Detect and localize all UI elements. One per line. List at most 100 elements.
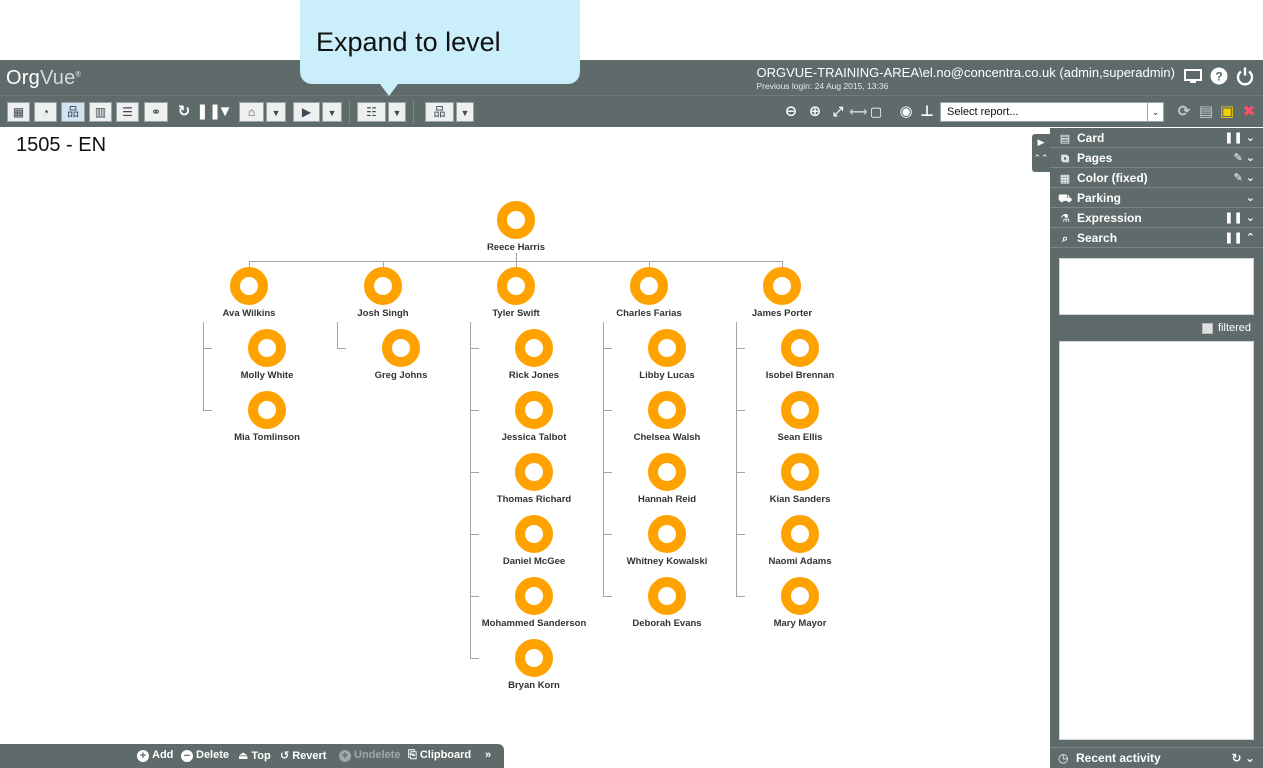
employee-node[interactable]: Chelsea Walsh	[597, 391, 737, 443]
panel-section-label: Color (fixed)	[1077, 171, 1148, 185]
section-controls-icon[interactable]: ❚❚ ⌃	[1224, 228, 1255, 248]
employee-node[interactable]: Mia Tomlinson	[197, 391, 337, 443]
refresh-icon[interactable]: ↻	[175, 101, 193, 123]
monitor-icon[interactable]	[1183, 66, 1203, 86]
add-button[interactable]: + Add	[137, 749, 173, 762]
hierarchy-view-icon[interactable]: 品	[61, 102, 85, 122]
frame-icon[interactable]: ▢	[869, 101, 883, 123]
top-button[interactable]: ⏏ Top	[238, 749, 271, 762]
section-controls-icon[interactable]: ⌄	[1246, 188, 1255, 208]
panel-section-expression[interactable]: ⚗ Expression ❚❚ ⌄	[1050, 208, 1263, 228]
panel-section-pages[interactable]: ⧉ Pages ✎ ⌄	[1050, 148, 1263, 168]
employee-node[interactable]: Daniel McGee	[464, 515, 604, 567]
connector-line	[516, 253, 517, 261]
recent-activity-header[interactable]: ◷ Recent activity ↻ ⌄	[1050, 747, 1263, 768]
section-controls-icon[interactable]: ✎ ⌄	[1234, 148, 1256, 168]
employee-node[interactable]: Kian Sanders	[730, 453, 870, 505]
employee-ring-icon	[781, 577, 819, 615]
camera-icon[interactable]: ◉	[896, 101, 916, 123]
delete-button[interactable]: − Delete	[181, 749, 229, 762]
employee-ring-icon	[648, 391, 686, 429]
reload-report-icon[interactable]: ⟳	[1174, 101, 1194, 123]
more-button[interactable]: »	[485, 749, 491, 761]
section-controls-icon[interactable]: ❚❚ ⌄	[1224, 208, 1255, 228]
play-icon[interactable]: ▶	[293, 102, 320, 122]
employee-node[interactable]: Greg Johns	[331, 329, 471, 381]
fit-icon[interactable]: ⤢	[830, 101, 846, 123]
employee-node[interactable]: Charles Farias	[579, 267, 719, 319]
section-controls-icon[interactable]: ❚❚ ⌄	[1224, 128, 1255, 148]
play-dropdown-icon[interactable]: ▼	[322, 102, 342, 122]
link-icon[interactable]: ⚭	[144, 102, 168, 122]
panel-section-card[interactable]: ▤ Card ❚❚ ⌄	[1050, 128, 1263, 148]
app-header: OrgVue® ORGVUE-TRAINING-AREA\el.no@conce…	[0, 60, 1263, 95]
grid-view-icon[interactable]: ▦	[7, 102, 30, 122]
toolbar-separator	[413, 100, 414, 124]
save-icon[interactable]: ▣	[1218, 101, 1236, 123]
revert-button[interactable]: ↺ Revert	[280, 749, 326, 762]
employee-node[interactable]: Sean Ellis	[730, 391, 870, 443]
layout-dropdown-icon[interactable]: ▼	[456, 102, 474, 122]
employee-node[interactable]: James Porter	[712, 267, 852, 319]
chart-view-icon[interactable]: ▥	[89, 102, 112, 122]
employee-node[interactable]: Josh Singh	[313, 267, 453, 319]
employee-node[interactable]: Libby Lucas	[597, 329, 737, 381]
pause-icon[interactable]: ❚❚	[196, 101, 221, 123]
panel-section-color-fixed[interactable]: ▦ Color (fixed) ✎ ⌄	[1050, 168, 1263, 188]
tree-view-icon[interactable]: ◔	[34, 102, 57, 122]
employee-node[interactable]: Whitney Kowalski	[597, 515, 737, 567]
employee-node[interactable]: Isobel Brennan	[730, 329, 870, 381]
zoom-out-icon[interactable]: ⊖	[782, 101, 800, 123]
delete-label: Delete	[196, 749, 230, 761]
employee-node[interactable]: Mohammed Sanderson	[464, 577, 604, 629]
panel-section-parking[interactable]: ⛟ Parking ⌄	[1050, 188, 1263, 208]
help-icon[interactable]: ?	[1209, 66, 1229, 86]
list-view-icon[interactable]: ☰	[116, 102, 139, 122]
layout-icon[interactable]: 品	[425, 102, 454, 122]
employee-node[interactable]: Thomas Richard	[464, 453, 604, 505]
undelete-label: Undelete	[354, 749, 401, 761]
employee-node[interactable]: Mary Mayor	[730, 577, 870, 629]
expand-level-dropdown-icon[interactable]: ▼	[388, 102, 406, 122]
filter-icon[interactable]: ▼	[216, 101, 234, 123]
employee-node[interactable]: Bryan Korn	[464, 639, 604, 691]
close-icon[interactable]: ✖	[1240, 101, 1258, 123]
panel-section-search[interactable]: ⌕ Search ❚❚ ⌃	[1050, 228, 1263, 248]
refresh-icon[interactable]: ↻ ⌄	[1232, 748, 1255, 768]
flask-icon: ⚗	[1060, 213, 1070, 225]
employee-node[interactable]: Deborah Evans	[597, 577, 737, 629]
panel-toggle[interactable]: ▶ ⌃⌃	[1032, 134, 1050, 172]
pin-icon[interactable]: ⊥	[919, 101, 935, 123]
employee-ring-icon	[515, 577, 553, 615]
zoom-in-icon[interactable]: ⊕	[806, 101, 824, 123]
employee-node[interactable]: Hannah Reid	[597, 453, 737, 505]
employee-node[interactable]: Tyler Swift	[446, 267, 586, 319]
employee-node[interactable]: Ava Wilkins	[179, 267, 319, 319]
section-controls-icon[interactable]: ✎ ⌄	[1234, 168, 1256, 188]
employee-name: Naomi Adams	[768, 556, 832, 567]
filtered-checkbox[interactable]: filtered	[1202, 322, 1251, 334]
employee-node[interactable]: Jessica Talbot	[464, 391, 604, 443]
bookmark-icon[interactable]: ⌂	[239, 102, 264, 122]
search-results	[1059, 341, 1254, 740]
employee-name: James Porter	[751, 308, 813, 319]
orgvue-logo[interactable]: OrgVue®	[6, 67, 81, 90]
clipboard-button[interactable]: ⎘ Clipboard	[408, 749, 471, 762]
save-as-icon[interactable]: ▤	[1197, 101, 1215, 123]
report-select[interactable]: Select report... ⌄	[940, 102, 1164, 122]
add-label: Add	[152, 749, 174, 761]
employee-node[interactable]: Rick Jones	[464, 329, 604, 381]
employee-ring-icon	[648, 515, 686, 553]
panel-section-label: Parking	[1077, 191, 1122, 205]
employee-node[interactable]: Naomi Adams	[730, 515, 870, 567]
expand-level-icon[interactable]: ☷	[357, 102, 386, 122]
toolbar-separator	[349, 100, 350, 124]
employee-node[interactable]: Molly White	[197, 329, 337, 381]
undelete-button[interactable]: + Undelete	[339, 749, 400, 762]
previous-login: Previous login: 24 Aug 2015, 13:36	[756, 81, 889, 91]
search-input[interactable]	[1059, 258, 1254, 315]
power-icon[interactable]	[1235, 66, 1255, 86]
bookmark-dropdown-icon[interactable]: ▼	[266, 102, 286, 122]
width-icon[interactable]: ⟷	[849, 101, 868, 123]
employee-node[interactable]: Reece Harris	[446, 201, 586, 253]
